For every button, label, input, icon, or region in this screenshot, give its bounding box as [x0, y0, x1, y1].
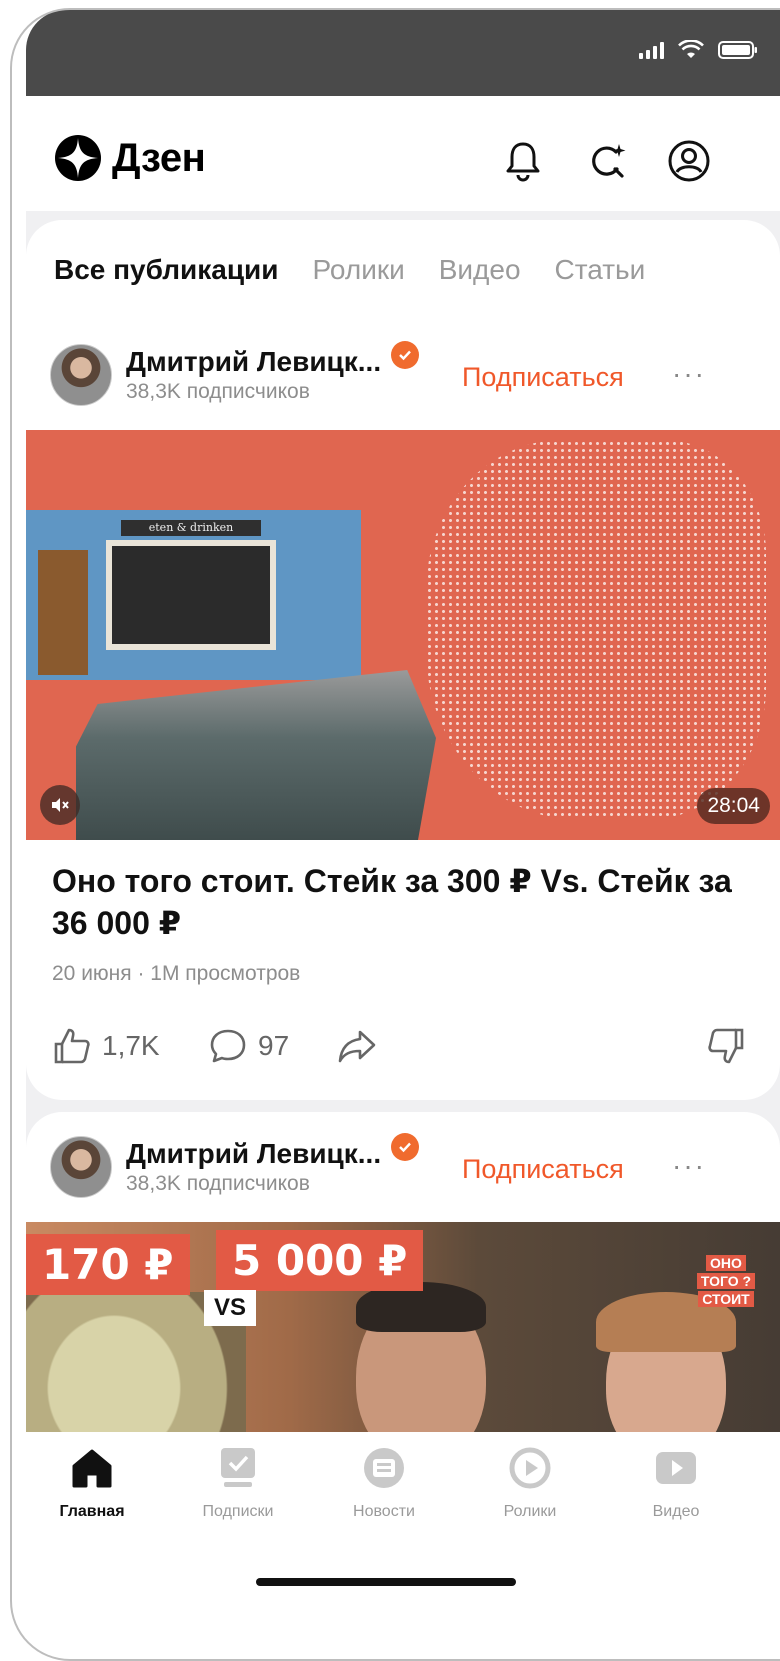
nav-home[interactable]: Главная: [32, 1444, 152, 1521]
author-name[interactable]: Дмитрий Левицк...: [126, 346, 381, 378]
vs-label: VS: [204, 1290, 257, 1326]
video-icon: [656, 1452, 696, 1484]
comment-icon: [210, 1029, 246, 1063]
nav-video[interactable]: Видео: [616, 1444, 736, 1521]
status-bar: [26, 10, 780, 96]
bell-icon[interactable]: [500, 138, 546, 184]
nav-subscriptions[interactable]: Подписки: [178, 1444, 298, 1521]
nav-clips[interactable]: Ролики: [470, 1444, 590, 1521]
author-row[interactable]: Дмитрий Левицк... 38,3K подписчиков: [50, 1133, 420, 1198]
verified-icon: [391, 1133, 420, 1161]
profile-icon[interactable]: [666, 138, 712, 184]
subscriber-count: 38,3K подписчиков: [126, 380, 310, 403]
signal-icon: [639, 41, 664, 59]
nav-label: Подписки: [202, 1503, 274, 1520]
news-icon: [364, 1448, 404, 1488]
share-icon: [338, 1030, 376, 1063]
feed-tabs: Все публикации Ролики Видео Статьи: [54, 254, 645, 286]
subscribe-button[interactable]: Подписаться: [462, 362, 624, 393]
like-count: 1,7K: [102, 1030, 160, 1061]
verified-icon: [391, 341, 420, 369]
comment-button[interactable]: 97: [208, 1026, 289, 1066]
subscriptions-icon: [221, 1448, 255, 1487]
comment-count: 97: [258, 1030, 290, 1061]
app-header: Дзен: [26, 96, 780, 211]
author-name[interactable]: Дмитрий Левицк...: [126, 1138, 381, 1170]
home-indicator: [256, 1578, 516, 1586]
bottom-navigation: Главная Подписки Новости Ролики Видео: [26, 1432, 780, 1661]
battery-icon: [718, 41, 757, 59]
post-title[interactable]: Оно того стоит. Стейк за 300 ₽ Vs. Стейк…: [52, 860, 752, 944]
more-options-button[interactable]: ···: [672, 358, 706, 390]
terrace-tables-image: [76, 670, 436, 840]
subscribe-button[interactable]: Подписаться: [462, 1154, 624, 1185]
tab-video[interactable]: Видео: [439, 254, 521, 286]
post-card: Все публикации Ролики Видео Статьи Дмитр…: [26, 220, 780, 1100]
author-meta: Дмитрий Левицк... 38,3K подписчиков: [126, 1133, 420, 1196]
like-button[interactable]: 1,7K: [52, 1026, 160, 1066]
nav-label: Главная: [59, 1503, 125, 1520]
search-icon[interactable]: [584, 138, 630, 184]
author-row[interactable]: Дмитрий Левицк... 38,3K подписчиков: [50, 341, 420, 406]
worth-it-badge: ОНО ТОГО ? СТОИТ: [686, 1248, 766, 1308]
price-tag-right: 5 000 ₽: [216, 1230, 424, 1291]
zen-logo-icon: [55, 135, 101, 181]
logo[interactable]: Дзен: [54, 134, 206, 182]
nav-news[interactable]: Новости: [324, 1444, 444, 1521]
halftone-texture: [426, 440, 766, 820]
price-tag-left: 170 ₽: [26, 1234, 190, 1295]
dislike-button[interactable]: [706, 1026, 746, 1066]
avatar[interactable]: [50, 344, 112, 406]
nav-label: Ролики: [503, 1503, 557, 1520]
mute-icon[interactable]: [40, 785, 80, 825]
storefront-sign: eten & drinken: [121, 520, 261, 536]
clips-icon: [509, 1447, 551, 1489]
post-actions: 1,7K 97: [52, 1026, 752, 1076]
nav-label: Новости: [353, 1503, 415, 1520]
logo-text: Дзен: [112, 135, 206, 180]
nav-label: Видео: [652, 1503, 700, 1520]
status-icons: [639, 40, 758, 60]
post-meta: 20 июня · 1M просмотров: [52, 962, 301, 985]
video-duration: 28:04: [697, 788, 770, 824]
author-meta: Дмитрий Левицк... 38,3K подписчиков: [126, 341, 420, 404]
wifi-icon: [678, 40, 704, 58]
share-button[interactable]: [336, 1026, 378, 1066]
like-icon: [54, 1028, 90, 1064]
subscriber-count: 38,3K подписчиков: [126, 1172, 310, 1195]
avatar[interactable]: [50, 1136, 112, 1198]
tab-all-publications[interactable]: Все публикации: [54, 254, 278, 286]
tab-articles[interactable]: Статьи: [555, 254, 646, 286]
phone-screen: Дзен Все публикации Ролики Видео Статьи: [0, 0, 780, 1661]
video-thumbnail[interactable]: eten & drinken 28:04: [26, 430, 780, 840]
dislike-icon: [708, 1028, 744, 1064]
tab-clips[interactable]: Ролики: [312, 254, 404, 286]
more-options-button[interactable]: ···: [672, 1150, 706, 1182]
restaurant-storefront-image: eten & drinken: [26, 510, 361, 680]
home-icon: [72, 1449, 112, 1488]
